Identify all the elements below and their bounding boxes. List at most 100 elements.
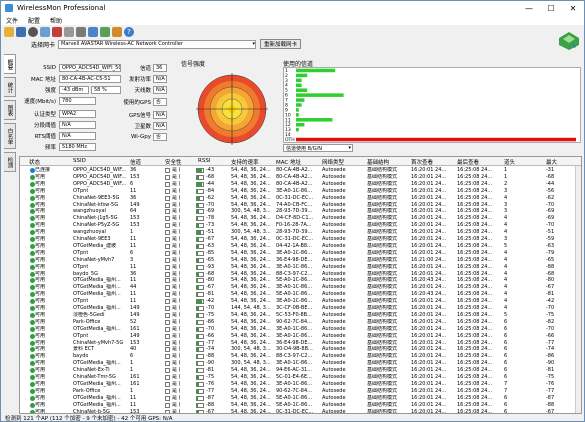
network-icon[interactable]: [40, 27, 50, 37]
reload-adapter-button[interactable]: 重新加载网卡: [260, 39, 302, 49]
gps-icon[interactable]: [100, 27, 110, 37]
tab-stats[interactable]: 统计: [4, 77, 16, 97]
table-row[interactable]: 可用 OPPO_ADC54D_WIF... 6 是 (-44 54, 48, 36, 2…: [20, 181, 581, 188]
start-icon[interactable]: [28, 27, 38, 37]
table-row[interactable]: 可用 ChinaNet-yMvh7-5G 153 是 (-77 54, 48, 36, …: [20, 340, 581, 347]
adapter-select[interactable]: Marvell AVASTAR Wireless-AC Network Cont…: [58, 39, 257, 49]
options-icon[interactable]: [112, 27, 122, 37]
table-row[interactable]: 可用 OTGstMedia_福州... 11 是 (-87 54, 48, 36, 24…: [20, 395, 581, 402]
table-row[interactable]: 可用 OTGstMedia_建坡 11 是 (-63 54, 48, 36, 24...…: [20, 243, 581, 250]
speed-value: 780: [59, 96, 96, 105]
menu-config[interactable]: 配置: [28, 16, 40, 25]
split-label: 分段阈值: [33, 122, 56, 129]
security-checkbox: [165, 243, 170, 249]
table-row[interactable]: 可用 OTpnt 11 是 (-84 54, 48, 36, 24... 3E-A0-1C…: [20, 188, 581, 195]
table-row[interactable]: 可用 baydo_5G 36 是 (-68 54, 48, 36, 24... 88-C3…: [20, 271, 581, 278]
gps-label: 使用的GPS: [123, 99, 151, 106]
mac-value: 80-CA-4B-AC-C5-51: [59, 74, 121, 83]
col-first[interactable]: 首次查看: [411, 158, 433, 166]
tab-summary[interactable]: 概要: [4, 54, 16, 74]
status-bar: 检测到 121 个AP (112 个加密 - 9 个未加密) - 42 个可用 …: [5, 416, 173, 422]
table-row[interactable]: 可用 wangzhuoyal 64 是 (-69 300, 54, 48, 3... 28…: [20, 208, 581, 215]
tab-detect[interactable]: 检测: [4, 152, 16, 172]
channel-mode-select[interactable]: 信道使用 B/G/N ▾: [283, 144, 353, 152]
rssi-bar: [196, 243, 204, 249]
table-row[interactable]: 可用 OTGstMedia_福州... 149 是 (-70 144, 54, 48, …: [20, 305, 581, 312]
table-row[interactable]: 可用 OTpnt 6 是 (-85 54, 48, 36, 24... 3E-A0-1C-…: [20, 250, 581, 257]
print-icon[interactable]: [76, 27, 86, 37]
col-last[interactable]: 最后查看: [457, 158, 479, 166]
table-row[interactable]: 可用 OPPO_ADC54D_WIF... 153 是 (-68 54, 48, 36,…: [20, 174, 581, 181]
vertical-scrollbar[interactable]: [575, 166, 581, 413]
close-button[interactable]: ✕: [562, 1, 584, 15]
maximize-button[interactable]: ☐: [540, 1, 562, 15]
table-row[interactable]: 可用 ChinaNet-P5yZ-5G 153 是 (-73 54, 48, 36, 2…: [20, 222, 581, 229]
col-nettype[interactable]: 网络类型: [322, 158, 344, 166]
security-checkbox: [165, 292, 170, 298]
table-row[interactable]: 可用 ChinaNet-Ex-Ti 1 是 (-81 54, 48, 36, 24...…: [20, 367, 581, 374]
table-row[interactable]: 可用 baydo 6 是 (-88 54, 48, 36, 24... 88-C3-97-…: [20, 353, 581, 360]
log-icon[interactable]: [64, 27, 74, 37]
table-row[interactable]: 可用 淡橙色-5Gedi 149 是 (-75 54, 48, 36, 24... 5C-…: [20, 312, 581, 319]
col-mac[interactable]: MAC 地址: [276, 158, 301, 166]
table-row[interactable]: 可用 ChinaNet-9EE3-5G 36 是 (-62 54, 48, 36, 24…: [20, 195, 581, 202]
table-row[interactable]: 可用 OTpnt 11 是 (-42 54, 48, 36, 24... 3E-A0-1C…: [20, 298, 581, 305]
col-infra[interactable]: 基础结构: [367, 158, 389, 166]
security-checkbox: [165, 250, 170, 256]
stop-icon[interactable]: [52, 27, 62, 37]
tab-whitelist[interactable]: 白名单: [4, 123, 16, 149]
rssi-bar: [196, 202, 204, 208]
menu-file[interactable]: 文件: [6, 16, 18, 25]
help-icon[interactable]: ?: [124, 27, 134, 37]
rssi-bar: [196, 230, 204, 236]
col-rssi[interactable]: RSSI: [198, 158, 210, 164]
rssi-bar: [196, 395, 204, 401]
rssi-bar: [196, 223, 204, 229]
col-hd[interactable]: 道头: [504, 158, 515, 166]
table-row[interactable]: 可用 OTGstMedia_福州... 44 是 (-67 54, 48, 36, 24…: [20, 284, 581, 291]
col-max[interactable]: 最大: [546, 158, 557, 166]
security-checkbox: [165, 395, 170, 401]
table-row[interactable]: 可用 OTpnt 149 是 (-66 54, 48, 36, 24... 3E-A0-1…: [20, 333, 581, 340]
app-window: WirelessMon Professional — ☐ ✕ 文件 配置 帮助 …: [0, 0, 585, 422]
table-row[interactable]: 可用 Park-Office 52 是 (-86 54, 48, 36, 24... 90…: [20, 319, 581, 326]
rssi-bar: [196, 354, 204, 360]
channel-bar-3: [296, 78, 302, 83]
col-security[interactable]: 安全性: [165, 158, 182, 166]
security-checkbox: [165, 278, 170, 284]
table-row[interactable]: 可用 ChinaNet-Tmr-5G 161 是 (-75 54, 48, 36, 24…: [20, 374, 581, 381]
table-row[interactable]: 可用 Park-Office 1 是 (-77 54, 48, 36, 24... 90-…: [20, 388, 581, 395]
txpower-value: N/A: [153, 74, 167, 83]
col-rates[interactable]: 支持的速率: [231, 158, 259, 166]
tab-chart[interactable]: 图表: [4, 100, 16, 120]
table-row[interactable]: 可用 OTGstMedia_福州... 11 是 (-80 54, 48, 36, 24…: [20, 277, 581, 284]
freq-label: 频率: [44, 144, 56, 151]
save-icon[interactable]: [16, 27, 26, 37]
table-row[interactable]: 可用 OTGstMedia_福州... 161 是 (-70 54, 48, 36, 2…: [20, 326, 581, 333]
txpower-label: 发射功率: [128, 76, 151, 83]
table-row[interactable]: 可用 OTGstMedia_福州... 161 是 (-76 54, 48, 36, 2…: [20, 381, 581, 388]
security-checkbox: [165, 319, 170, 325]
rssi-bar: [196, 278, 204, 284]
table-row[interactable]: 可用 ChinaNet-9EE3 11 是 (-67 54, 48, 36, 24...…: [20, 236, 581, 243]
table-row[interactable]: 可用 景科 ECT 40 是 (-74 300, 54, 48, 3... 30-D4-9…: [20, 346, 581, 353]
table-row[interactable]: 可用 wangzhuoyal 1 是 (-51 300, 54, 48, 3... 28-…: [20, 229, 581, 236]
col-channel[interactable]: 信道: [130, 158, 141, 166]
col-ssid[interactable]: SSID: [73, 158, 86, 164]
table-row[interactable]: 可用 OTGstMedia_福州... 1 是 (-90 300, 54, 48, 3.…: [20, 360, 581, 367]
table-row[interactable]: 可用 ChinaNet-kfsw-5G 149 是 (-70 54, 48, 36, 2…: [20, 202, 581, 209]
monitor-icon[interactable]: [88, 27, 98, 37]
open-icon[interactable]: [4, 27, 14, 37]
rssi-bar: [196, 326, 204, 332]
menu-help[interactable]: 帮助: [50, 16, 62, 25]
security-checkbox: [165, 195, 170, 201]
table-row[interactable]: 可用 ChinaNet-yMvh7 3 是 (-65 54, 48, 36, 24...…: [20, 257, 581, 264]
minimize-button[interactable]: —: [518, 1, 540, 15]
table-row[interactable]: 可用 OTGstMedia_福州... 11 是 (-88 54, 48, 36, 24…: [20, 402, 581, 409]
signal-strength-target: [196, 73, 268, 145]
col-status[interactable]: 状态: [29, 158, 40, 166]
table-row[interactable]: 可用 OTpnt 11 是 (-93 54, 48, 36, 24... 3E-A0-1C…: [20, 264, 581, 271]
table-row[interactable]: 可用 ChinaNet-j1g5-5G 153 是 (-78 54, 48, 36, 2…: [20, 215, 581, 222]
table-row[interactable]: 已连接 OPPO_ADC54D_WIF... 36 是 (-43 54, 48, 36,…: [20, 167, 581, 174]
table-row[interactable]: 可用 OTGstMedia_福州... 11 是 (-81 54, 48, 36, 24…: [20, 291, 581, 298]
